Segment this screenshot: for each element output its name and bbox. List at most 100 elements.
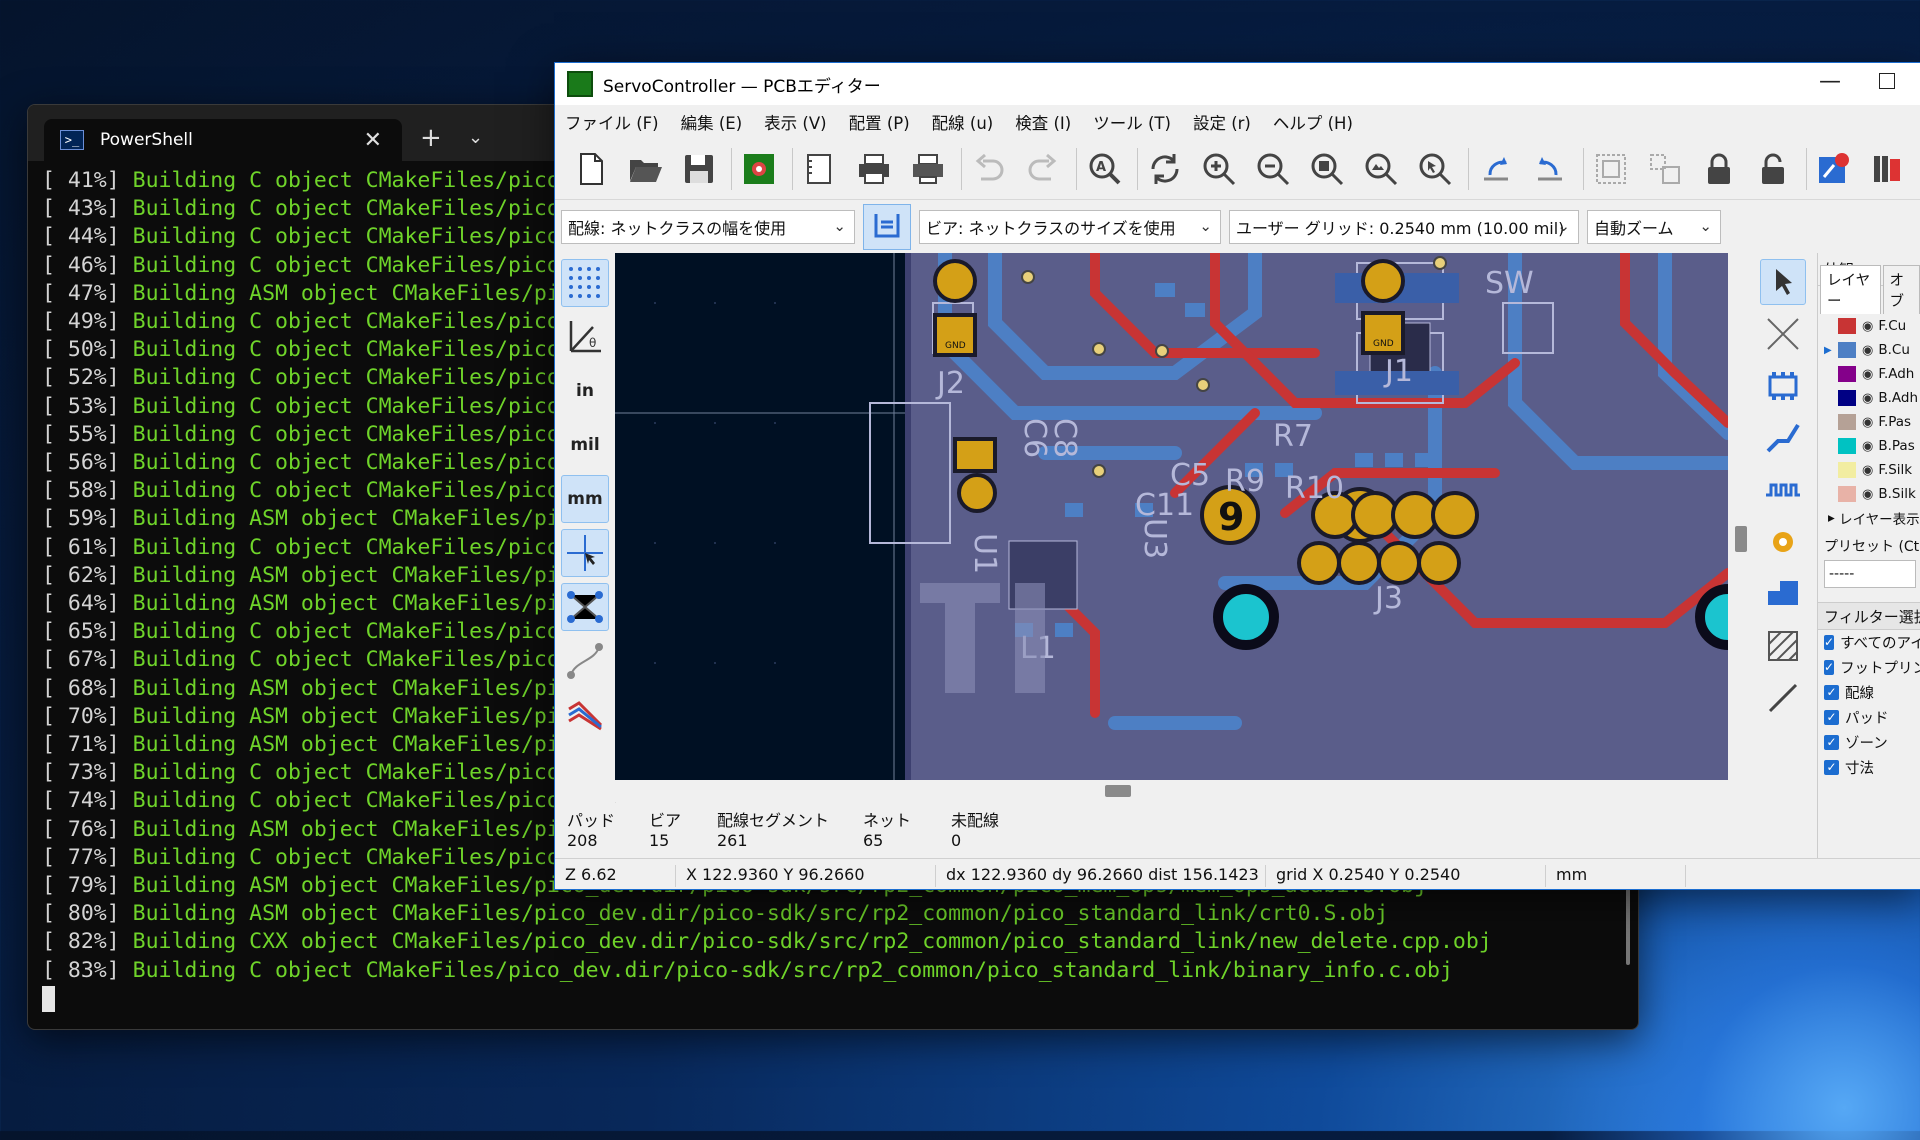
filter-checkbox-row[interactable]: ✓ フットプリント (1818, 655, 1920, 680)
polar-coords-button[interactable]: θ (561, 313, 609, 361)
horizontal-scrollbar[interactable] (615, 780, 1728, 802)
units-inches-button[interactable]: in (561, 367, 609, 415)
rule-area-button[interactable] (1760, 623, 1806, 669)
via-size-select[interactable]: ビア: ネットクラスのサイズを使用 ⌄ (919, 210, 1221, 244)
layer-row[interactable]: ◉ B.Pas (1818, 434, 1920, 458)
layer-color-swatch[interactable] (1838, 438, 1856, 454)
menu-place[interactable]: 配置 (P) (849, 110, 910, 134)
drc-button[interactable] (1813, 147, 1856, 191)
chevron-down-icon[interactable]: ⌄ (468, 127, 483, 148)
checkbox-checked-icon[interactable]: ✓ (1824, 685, 1839, 700)
curved-ratsnest-button[interactable] (561, 637, 609, 685)
layer-row[interactable]: ◉ B.Adh (1818, 386, 1920, 410)
rotate-ccw-button[interactable] (1475, 147, 1518, 191)
ungroup-button[interactable] (1644, 147, 1687, 191)
checkbox-checked-icon[interactable]: ✓ (1824, 710, 1839, 725)
menu-tools[interactable]: ツール (T) (1093, 110, 1171, 134)
checkbox-checked-icon[interactable]: ✓ (1824, 760, 1839, 775)
page-settings-button[interactable] (799, 147, 842, 191)
footprint-viewer-button[interactable] (1867, 147, 1910, 191)
add-footprint-button[interactable] (1760, 363, 1806, 409)
select-tool-button[interactable] (1760, 259, 1806, 305)
filter-checkbox-row[interactable]: ✓ 寸法 (1818, 755, 1920, 780)
save-button[interactable] (677, 147, 720, 191)
minimize-button[interactable]: — (1819, 69, 1841, 94)
route-track-button[interactable] (1760, 415, 1806, 461)
plot-button[interactable] (907, 147, 950, 191)
zoom-select[interactable]: 自動ズーム ⌄ (1587, 210, 1721, 244)
grid-select[interactable]: ユーザー グリッド: 0.2540 mm (10.00 mil) ⌄ (1229, 210, 1579, 244)
vertical-scroll-thumb[interactable] (1735, 526, 1747, 552)
full-crosshair-button[interactable] (561, 529, 609, 577)
zoom-selection-button[interactable] (1414, 147, 1457, 191)
filter-checkbox-row[interactable]: ✓ すべてのアイ (1818, 630, 1920, 655)
print-button[interactable] (853, 147, 896, 191)
checkbox-checked-icon[interactable]: ✓ (1824, 660, 1835, 675)
menu-route[interactable]: 配線 (u) (932, 110, 994, 134)
track-width-select[interactable]: 配線: ネットクラスの幅を使用 ⌄ (561, 210, 855, 244)
kicad-pcb-editor-window[interactable]: ServoController — PCBエディター — ファイル (F) 編集… (554, 62, 1920, 890)
layer-row[interactable]: ▶ ◉ B.Cu (1818, 338, 1920, 362)
rotate-cw-button[interactable] (1529, 147, 1572, 191)
unlock-button[interactable] (1752, 147, 1795, 191)
eye-icon[interactable]: ◉ (1862, 487, 1873, 502)
grid-toggle-button[interactable] (561, 259, 609, 307)
menu-inspect[interactable]: 検査 (I) (1015, 110, 1071, 134)
new-tab-button[interactable]: + (420, 123, 442, 153)
layer-row[interactable]: ◉ F.Silk (1818, 458, 1920, 482)
open-button[interactable] (623, 147, 666, 191)
find-button[interactable]: A (1083, 147, 1126, 191)
checkbox-checked-icon[interactable]: ✓ (1824, 735, 1839, 750)
undo-button[interactable] (968, 147, 1011, 191)
vertical-scrollbar[interactable] (1728, 253, 1754, 780)
layer-color-swatch[interactable] (1838, 366, 1856, 382)
layer-row[interactable]: ◉ F.Adh (1818, 362, 1920, 386)
maximize-button[interactable] (1879, 73, 1895, 89)
preset-select[interactable]: ----- (1824, 560, 1916, 588)
layer-color-swatch[interactable] (1838, 486, 1856, 502)
filter-checkbox-row[interactable]: ✓ パッド (1818, 705, 1920, 730)
local-ratsnest-button[interactable] (1760, 311, 1806, 357)
layer-color-swatch[interactable] (1838, 414, 1856, 430)
menu-edit[interactable]: 編集 (E) (681, 110, 743, 134)
terminal-tab[interactable]: >_ PowerShell ✕ (44, 119, 402, 161)
menu-preferences[interactable]: 設定 (r) (1193, 110, 1251, 134)
pcb-canvas[interactable]: J2 J1 J3 L1 C5 C11 R7 R9 R10 SW C6 C8 U1… (615, 253, 1728, 780)
add-via-button[interactable] (1760, 519, 1806, 565)
layer-color-swatch[interactable] (1838, 390, 1856, 406)
ratsnest-button[interactable] (561, 583, 609, 631)
draw-line-button[interactable] (1760, 675, 1806, 721)
redraw-button[interactable] (1144, 147, 1187, 191)
layer-row[interactable]: ◉ F.Cu (1818, 314, 1920, 338)
tab-objects[interactable]: オブ (1882, 265, 1920, 314)
eye-icon[interactable]: ◉ (1862, 439, 1873, 454)
menu-view[interactable]: 表示 (V) (764, 110, 826, 134)
layer-row[interactable]: ◉ B.Silk (1818, 482, 1920, 506)
auto-track-width-toggle[interactable] (863, 204, 911, 250)
layer-color-swatch[interactable] (1838, 318, 1856, 334)
checkbox-checked-icon[interactable]: ✓ (1824, 635, 1835, 650)
tab-layers[interactable]: レイヤー (1820, 265, 1881, 314)
zoom-objects-button[interactable] (1360, 147, 1403, 191)
tune-length-button[interactable] (1760, 467, 1806, 513)
horizontal-scroll-thumb[interactable] (1105, 785, 1131, 797)
eye-icon[interactable]: ◉ (1862, 367, 1873, 382)
layer-display-options-toggle[interactable]: ▸ レイヤー表示オ (1818, 506, 1920, 530)
units-mm-button[interactable]: mm (561, 475, 609, 523)
layer-row[interactable]: ◉ F.Pas (1818, 410, 1920, 434)
redo-button[interactable] (1022, 147, 1065, 191)
eye-icon[interactable]: ◉ (1862, 463, 1873, 478)
track-display-button[interactable] (561, 691, 609, 739)
filter-checkbox-row[interactable]: ✓ ゾーン (1818, 730, 1920, 755)
group-button[interactable] (1590, 147, 1633, 191)
layer-color-swatch[interactable] (1838, 462, 1856, 478)
eye-icon[interactable]: ◉ (1862, 391, 1873, 406)
eye-icon[interactable]: ◉ (1862, 343, 1873, 358)
new-board-button[interactable] (569, 147, 612, 191)
menu-help[interactable]: ヘルプ (H) (1273, 110, 1353, 134)
board-setup-button[interactable] (738, 147, 781, 191)
menu-file[interactable]: ファイル (F) (565, 110, 659, 134)
zoom-in-button[interactable] (1198, 147, 1241, 191)
zoom-out-button[interactable] (1252, 147, 1295, 191)
eye-icon[interactable]: ◉ (1862, 415, 1873, 430)
